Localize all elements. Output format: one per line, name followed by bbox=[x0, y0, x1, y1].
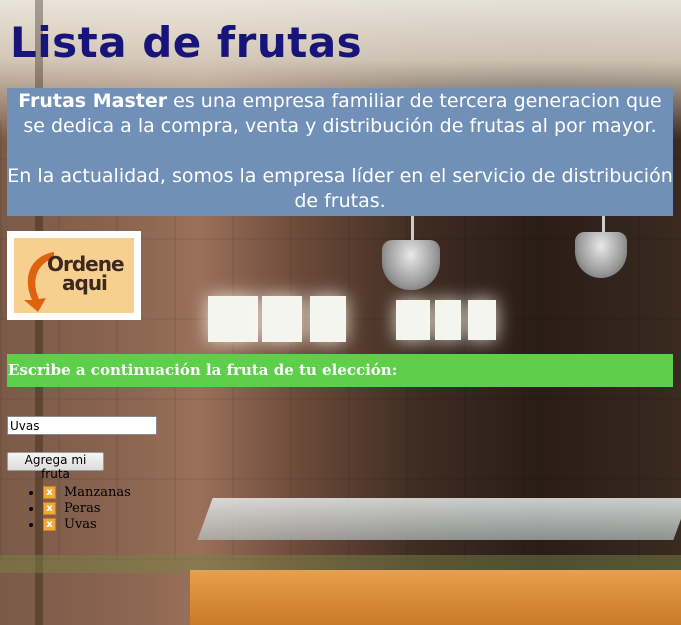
intro-paragraph-2: En la actualidad, somos la empresa líder… bbox=[7, 165, 673, 212]
remove-x-icon[interactable]: x bbox=[43, 502, 56, 515]
fruit-prompt-label: Escribe a continuación la fruta de tu el… bbox=[7, 354, 673, 387]
page-title: Lista de frutas bbox=[10, 18, 363, 67]
list-item: x Uvas bbox=[43, 517, 131, 533]
logo-line-2: aqui bbox=[62, 271, 108, 295]
remove-x-icon[interactable]: x bbox=[43, 486, 56, 499]
fruit-name: Uvas bbox=[64, 517, 97, 532]
company-name: Frutas Master bbox=[18, 90, 168, 112]
fruit-input[interactable] bbox=[7, 416, 157, 435]
intro-box: Frutas Master es una empresa familiar de… bbox=[7, 88, 673, 216]
fruit-list: x Manzanas x Peras x Uvas bbox=[7, 485, 131, 533]
page-content: Lista de frutas Frutas Master es una emp… bbox=[0, 0, 681, 625]
fruit-name: Peras bbox=[64, 501, 101, 516]
add-fruit-button[interactable]: Agrega mi fruta bbox=[7, 452, 104, 481]
order-here-link[interactable]: Ordene aqui bbox=[7, 231, 141, 320]
list-item: x Manzanas bbox=[43, 485, 131, 501]
order-here-logo: Ordene aqui bbox=[14, 238, 134, 313]
fruit-name: Manzanas bbox=[64, 485, 131, 500]
list-item: x Peras bbox=[43, 501, 131, 517]
remove-x-icon[interactable]: x bbox=[43, 518, 56, 531]
intro-paragraph-1: Frutas Master es una empresa familiar de… bbox=[7, 88, 673, 139]
